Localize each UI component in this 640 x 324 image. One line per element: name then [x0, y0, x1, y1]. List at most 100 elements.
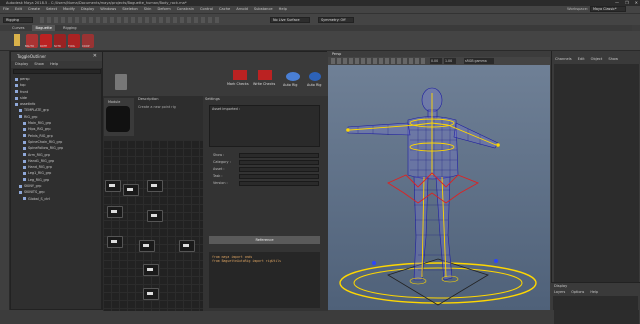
outliner-item-label: Global_S_ctrl [28, 196, 50, 201]
outliner-item[interactable]: Global_S_ctrl [13, 196, 101, 202]
code-line: from BaguetteAutoRig import rigUtils [212, 259, 282, 263]
document-icon[interactable] [115, 74, 127, 90]
camera-icon [15, 90, 18, 94]
menu-help[interactable]: Help [279, 6, 287, 13]
module-thumb[interactable]: Module [104, 98, 134, 136]
group-icon [23, 128, 26, 132]
node[interactable] [143, 288, 159, 300]
menu-windows[interactable]: Windows [100, 6, 116, 13]
ik-handle[interactable] [372, 261, 376, 265]
layer-menu-options[interactable]: Options [571, 290, 584, 294]
layer-menu-help[interactable]: Help [590, 290, 598, 294]
menu-arnold[interactable]: Arnold [236, 6, 248, 13]
menu-select[interactable]: Select [46, 6, 57, 13]
outliner-tree: persp top front side assetinfo TEMPLATE_grp RI… [13, 76, 101, 202]
channel-menu-show[interactable]: Show [608, 56, 618, 63]
shelf-label-2: ROTE [40, 45, 48, 48]
description-section: Description Create a new point rig [136, 96, 202, 140]
node[interactable] [123, 184, 139, 196]
show-dropdown[interactable] [239, 153, 319, 158]
shelf-label-3: SCTR [54, 45, 61, 48]
script-output: from maya import cmds from BaguetteAutoR… [209, 252, 320, 308]
node[interactable] [179, 240, 195, 252]
camera-icon [15, 83, 18, 87]
live-surface-field[interactable]: No Live Surface [270, 17, 310, 23]
asset-dropdown[interactable] [239, 167, 319, 172]
menu-file[interactable]: File [3, 6, 9, 13]
outliner-search[interactable] [13, 69, 101, 74]
channel-menu-channels[interactable]: Channels [555, 56, 572, 63]
menu-skeleton[interactable]: Skeleton [122, 6, 138, 13]
status-line: Rigging No Live Surface Symmetry: Off [0, 13, 640, 25]
field-asset-label: Asset : [213, 167, 225, 171]
layer-editor-title: Display [554, 284, 568, 288]
status-tool-icons[interactable] [40, 17, 220, 23]
group-icon [23, 146, 26, 150]
menu-display[interactable]: Display [81, 6, 94, 13]
node[interactable] [147, 180, 163, 192]
node[interactable] [107, 236, 123, 248]
outliner-menu-show[interactable]: Show [34, 61, 44, 68]
color-space-dropdown[interactable]: sRGB gamma [464, 58, 494, 64]
menu-create[interactable]: Create [28, 6, 40, 13]
task-dropdown[interactable] [239, 174, 319, 179]
auto-rig-icon[interactable] [286, 72, 300, 81]
viewport-3d[interactable]: Persp 0.00 1.00 sRGB gamma [328, 51, 550, 310]
main-control[interactable] [353, 267, 523, 299]
menu-edit[interactable]: Edit [15, 6, 22, 13]
toolbox [0, 51, 10, 310]
menu-skin[interactable]: Skin [144, 6, 152, 13]
asset-label: Asset imported : [212, 107, 240, 111]
close-icon[interactable]: ✕ [93, 53, 97, 59]
menu-bar: File Edit Create Select Modify Display W… [0, 6, 640, 13]
camera-icon [15, 77, 18, 81]
menu-modify[interactable]: Modify [63, 6, 75, 13]
menu-control[interactable]: Control [200, 6, 213, 13]
channel-menu-object[interactable]: Object [591, 56, 603, 63]
group-icon [15, 102, 18, 106]
node-graph[interactable] [103, 140, 203, 311]
write-checks-label: Write Checks [253, 82, 276, 86]
gamma-field[interactable]: 1.00 [444, 58, 456, 64]
node[interactable] [139, 240, 155, 252]
zero-field[interactable]: 0.00 [430, 58, 442, 64]
field-show-label: Show : [213, 153, 225, 157]
wrist-control[interactable] [346, 128, 350, 132]
mode-dropdown[interactable]: Rigging [3, 17, 33, 23]
layer-menu-layers[interactable]: Layers [554, 290, 565, 294]
field-category-label: Category : [213, 160, 231, 164]
viewport-scene[interactable] [328, 65, 550, 310]
channel-box: Channels Edit Object Show [551, 51, 640, 324]
version-dropdown[interactable] [239, 181, 319, 186]
menu-substance[interactable]: Substance [254, 6, 273, 13]
module-icon [106, 106, 130, 132]
wrist-control[interactable] [496, 143, 500, 147]
symmetry-dropdown[interactable]: Symmetry: Off [318, 17, 354, 23]
write-checks-icon[interactable] [258, 70, 272, 80]
layer-list[interactable] [553, 296, 638, 310]
node[interactable] [107, 206, 123, 218]
node[interactable] [105, 180, 121, 192]
pencil-icon[interactable] [14, 34, 20, 46]
menu-cache[interactable]: Cache [219, 6, 230, 13]
module-label: Module [108, 100, 121, 104]
category-dropdown[interactable] [239, 160, 319, 165]
node[interactable] [147, 210, 163, 222]
layer-editor: Display Layers Options Help [551, 282, 640, 310]
description-text: Create a new point rig [138, 105, 176, 109]
global-control[interactable] [339, 262, 537, 304]
outliner-menu-help[interactable]: Help [50, 61, 58, 68]
channel-menu-edit[interactable]: Edit [578, 56, 585, 63]
group-icon [23, 178, 26, 182]
camera-icon [15, 96, 18, 100]
reference-button[interactable]: Reference [209, 236, 320, 244]
viewport-tool-icons[interactable] [331, 58, 426, 64]
menu-constrain[interactable]: Constrain [177, 6, 194, 13]
auto-rig-2-icon[interactable] [309, 72, 321, 81]
outliner-menu-display[interactable]: Display [15, 61, 28, 68]
ik-handle[interactable] [494, 259, 498, 263]
menu-deform[interactable]: Deform [157, 6, 170, 13]
workspace-dropdown[interactable]: Maya Classic* [590, 6, 626, 12]
node[interactable] [143, 264, 159, 276]
mark-checks-icon[interactable] [233, 70, 247, 80]
